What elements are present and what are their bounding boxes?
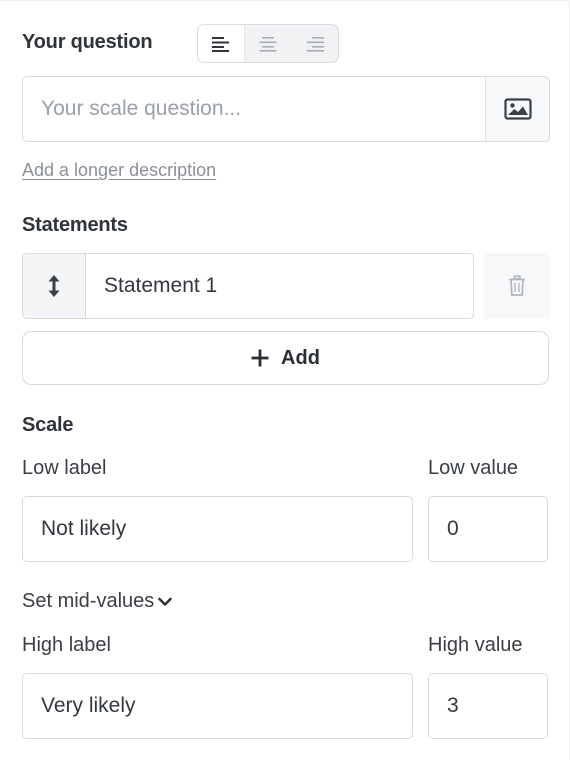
scale-question-editor-panel: Your question Your scale question... Add… xyxy=(0,0,570,760)
high-value-caption: High value xyxy=(428,634,523,656)
delete-statement-button[interactable] xyxy=(484,253,550,319)
low-value-input-value: 0 xyxy=(447,517,459,540)
low-label-caption: Low label xyxy=(22,457,107,479)
chevron-down-icon xyxy=(158,597,173,606)
scale-heading: Scale xyxy=(22,414,74,436)
set-mid-values-toggle[interactable]: Set mid-values xyxy=(22,590,173,613)
align-center-icon xyxy=(259,36,277,52)
statement-input-value: Statement 1 xyxy=(104,274,218,297)
align-left-button[interactable] xyxy=(198,25,246,62)
statement-drag-handle[interactable] xyxy=(22,253,86,319)
high-label-input[interactable]: Very likely xyxy=(22,673,413,739)
image-icon xyxy=(503,98,532,120)
low-value-input[interactable]: 0 xyxy=(428,496,548,562)
high-value-input[interactable]: 3 xyxy=(428,673,548,739)
trash-icon xyxy=(509,275,525,296)
high-label-caption: High label xyxy=(22,634,111,656)
align-left-icon xyxy=(212,36,230,52)
low-label-input-value: Not likely xyxy=(41,517,127,540)
low-label-input[interactable]: Not likely xyxy=(22,496,413,562)
question-input-placeholder: Your scale question... xyxy=(41,97,242,120)
add-statement-label: Add xyxy=(281,346,320,369)
plus-icon xyxy=(251,349,269,367)
your-question-heading: Your question xyxy=(22,31,153,53)
vertical-arrows-icon xyxy=(48,275,60,297)
add-statement-button[interactable]: Add xyxy=(22,331,549,385)
low-value-caption: Low value xyxy=(428,457,519,479)
align-center-button[interactable] xyxy=(245,25,291,62)
add-longer-description-link[interactable]: Add a longer description xyxy=(22,160,216,181)
statement-input[interactable]: Statement 1 xyxy=(85,253,474,319)
add-image-button[interactable] xyxy=(485,76,550,142)
high-value-input-value: 3 xyxy=(447,694,459,717)
statements-heading: Statements xyxy=(22,214,128,236)
question-input[interactable]: Your scale question... xyxy=(22,76,486,142)
align-right-icon xyxy=(306,36,324,52)
high-label-input-value: Very likely xyxy=(41,694,136,717)
set-mid-values-label: Set mid-values xyxy=(22,590,155,612)
align-right-button[interactable] xyxy=(292,25,338,62)
text-alignment-toggle-group xyxy=(197,24,339,63)
